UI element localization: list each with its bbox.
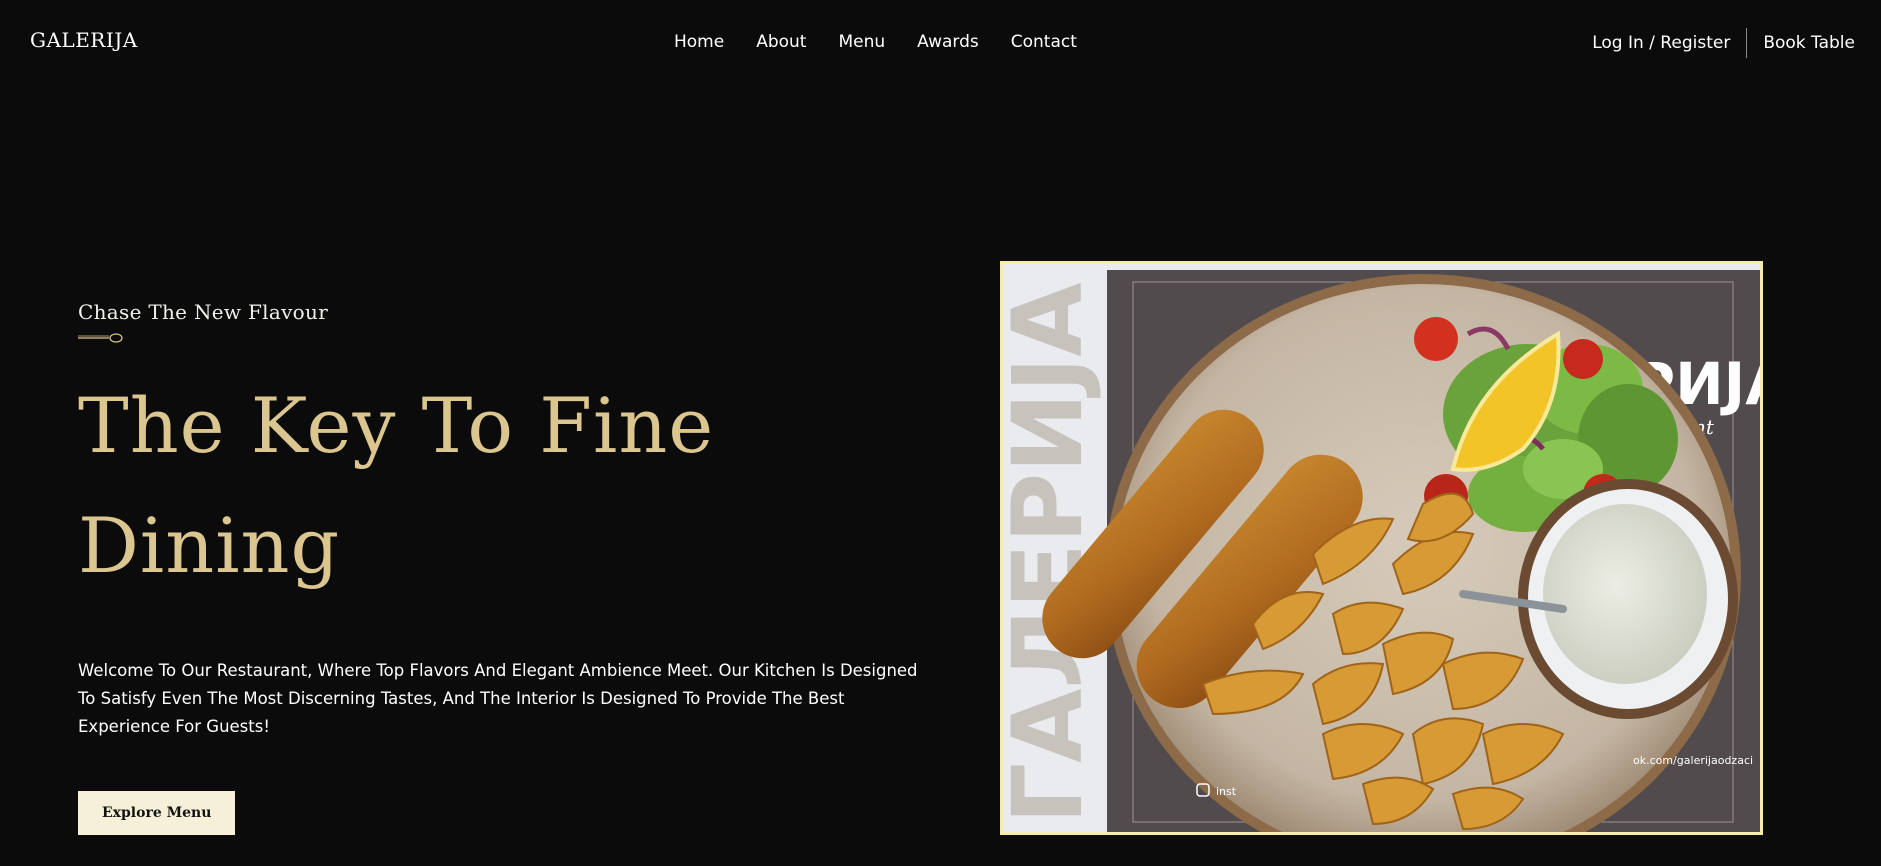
- nav-contact[interactable]: Contact: [1011, 32, 1077, 52]
- hero-food-image: ГАЛЕРИЈА ЕРИЈА nt: [1000, 261, 1763, 835]
- nav-about[interactable]: About: [756, 32, 806, 52]
- login-register-link[interactable]: Log In / Register: [1592, 33, 1746, 53]
- nav-awards[interactable]: Awards: [917, 32, 979, 52]
- hero-headline: The Key To Fine Dining: [78, 381, 715, 590]
- hero-intro: Welcome To Our Restaurant, Where Top Fla…: [78, 660, 918, 736]
- nav-home[interactable]: Home: [674, 32, 724, 52]
- logo[interactable]: GALERIJA: [30, 28, 138, 52]
- hero-content: Chase The New Flavour The Key To Fine Di…: [78, 300, 938, 836]
- spoon-icon: [78, 333, 123, 343]
- placemat-instagram: inst: [1216, 785, 1237, 798]
- nav-actions: Log In / Register Book Table: [1592, 28, 1855, 58]
- food-plate-illustration: ГАЛЕРИЈА ЕРИЈА nt: [1003, 264, 1760, 832]
- nav-menu[interactable]: Menu: [838, 32, 885, 52]
- main-nav: Home About Menu Awards Contact: [674, 32, 1109, 52]
- placemat-facebook: ok.com/galerijaodzaci: [1633, 754, 1753, 767]
- book-table-link[interactable]: Book Table: [1763, 33, 1855, 53]
- hero-tagline: Chase The New Flavour: [78, 300, 329, 324]
- navbar: GALERIJA Home About Menu Awards Contact …: [0, 0, 1881, 86]
- explore-menu-button[interactable]: Explore Menu: [78, 791, 236, 836]
- nav-divider: [1746, 28, 1748, 58]
